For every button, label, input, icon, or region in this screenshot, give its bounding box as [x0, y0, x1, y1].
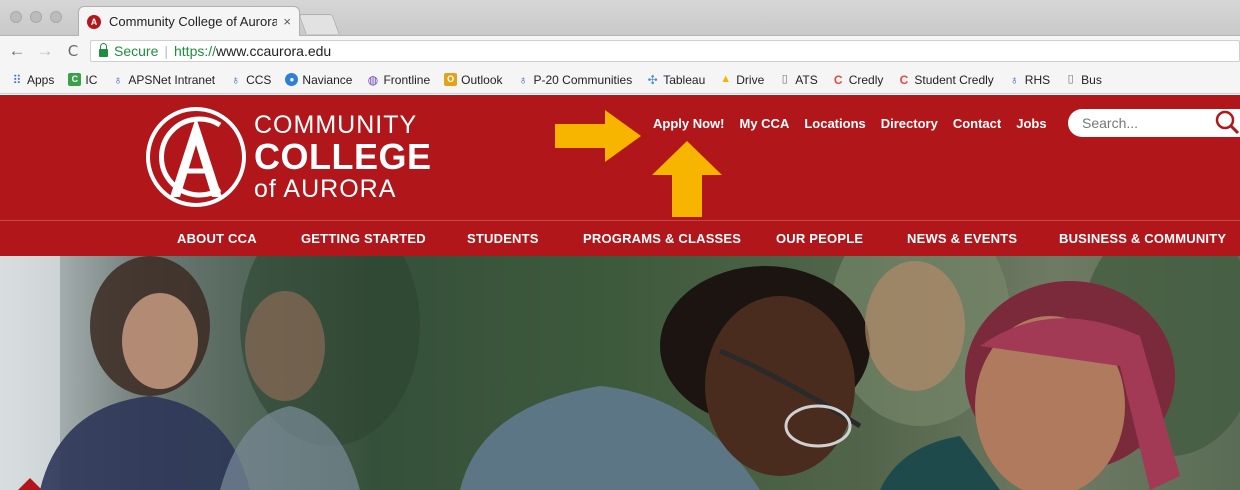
outlook-icon: O: [444, 73, 458, 86]
main-nav: ABOUT CCA GETTING STARTED STUDENTS PROGR…: [0, 220, 1240, 256]
bookmark-bus[interactable]: ▯ Bus: [1064, 73, 1102, 87]
util-link-locations[interactable]: Locations: [804, 116, 865, 131]
util-link-my-cca[interactable]: My CCA: [740, 116, 790, 131]
apps-grid-icon: ⠿: [12, 72, 22, 87]
nav-students[interactable]: STUDENTS: [467, 231, 539, 246]
logo-wordmark: COMMUNITY COLLEGE of AURORA: [254, 110, 432, 203]
bookmark-label: Naviance: [302, 72, 353, 87]
search-icon[interactable]: [1214, 110, 1240, 136]
page-icon: ▯: [1067, 73, 1074, 85]
window-close-dot[interactable]: [10, 11, 22, 23]
address-separator: |: [164, 43, 168, 59]
credly-icon: C: [833, 72, 843, 87]
bookmark-tableau[interactable]: ✣ Tableau: [646, 72, 706, 87]
aps-icon: ♁: [231, 72, 241, 87]
aps-icon: ♁: [113, 72, 123, 87]
url-scheme: https://: [174, 43, 217, 59]
nav-getting-started[interactable]: GETTING STARTED: [301, 231, 426, 246]
nav-news-events[interactable]: NEWS & EVENTS: [907, 231, 1017, 246]
cca-logo-mark-icon: [146, 107, 246, 207]
lock-icon: [99, 43, 108, 57]
tab-title: Community College of Aurora: [109, 14, 278, 29]
bookmark-label: Student Credly: [914, 72, 994, 87]
url-host: www.ccaurora.edu: [216, 43, 332, 59]
ic-icon: C: [68, 73, 82, 86]
nav-business-community[interactable]: BUSINESS & COMMUNITY: [1059, 231, 1226, 246]
bookmark-label: Bus: [1081, 72, 1102, 87]
bookmark-apsnet-intranet[interactable]: ♁ APSNet Intranet: [111, 73, 215, 87]
forward-icon[interactable]: →: [34, 41, 56, 61]
bookmark-naviance[interactable]: ● Naviance: [285, 73, 352, 87]
bookmark-p-20-communities[interactable]: ♁ P-20 Communities: [517, 73, 633, 87]
bookmark-frontline[interactable]: ◍ Frontline: [366, 73, 430, 87]
reload-icon[interactable]: C: [62, 42, 84, 60]
bookmark-label: Frontline: [383, 72, 431, 87]
bookmark-drive[interactable]: ▲ Drive: [719, 73, 764, 87]
browser-toolbar: ← → C Secure | https:// www.ccaurora.edu: [0, 36, 1240, 66]
bookmark-label: CCS: [246, 72, 272, 87]
arrow-up-annotation-icon: [652, 141, 722, 217]
credly-icon: C: [899, 72, 909, 87]
bookmark-label: Credly: [848, 72, 884, 87]
util-link-jobs[interactable]: Jobs: [1016, 116, 1046, 131]
window-zoom-dot[interactable]: [50, 11, 62, 23]
drive-icon: ▲: [720, 73, 732, 85]
aps-icon: ♁: [518, 72, 528, 87]
bookmark-apps[interactable]: ⠿ Apps: [10, 72, 55, 87]
browser-tab-active[interactable]: A Community College of Aurora ×: [78, 6, 300, 36]
nav-about-cca[interactable]: ABOUT CCA: [177, 231, 257, 246]
tableau-icon: ✣: [647, 72, 658, 87]
bookmark-label: Apps: [27, 72, 55, 87]
util-link-contact[interactable]: Contact: [953, 116, 1001, 131]
logo-line-college: COLLEGE: [254, 135, 432, 177]
naviance-icon: ●: [285, 73, 299, 86]
bookmark-ats[interactable]: ▯ ATS: [778, 72, 818, 87]
bookmark-ccs[interactable]: ♁ CCS: [229, 73, 271, 87]
address-bar[interactable]: Secure | https:// www.ccaurora.edu: [90, 40, 1240, 62]
utility-nav: Apply Now! My CCA Locations Directory Co…: [653, 116, 1062, 131]
bookmark-label: P-20 Communities: [533, 72, 633, 87]
bookmark-label: Drive: [736, 72, 765, 87]
bookmarks-bar: ⠿ Apps C IC ♁ APSNet Intranet ♁ CCS ● Naviance ◍ Fr…: [0, 66, 1240, 94]
cca-favicon-icon: A: [87, 14, 101, 29]
bookmark-label: APSNet Intranet: [128, 72, 216, 87]
secure-label: Secure: [114, 43, 159, 59]
nav-our-people[interactable]: OUR PEOPLE: [776, 231, 863, 246]
browser-tab-strip: A Community College of Aurora ×: [0, 0, 1240, 36]
back-icon[interactable]: ←: [6, 41, 28, 61]
util-link-apply-now[interactable]: Apply Now!: [653, 116, 725, 131]
arrow-right-annotation-icon: [555, 110, 641, 162]
bookmark-label: Tableau: [663, 72, 706, 87]
cca-logo[interactable]: COMMUNITY COLLEGE of AURORA: [146, 107, 432, 207]
page-icon: ▯: [781, 73, 788, 85]
tab-close-icon[interactable]: ×: [283, 14, 291, 29]
site-header: COMMUNITY COLLEGE of AURORA Apply Now! M…: [0, 95, 1240, 220]
bookmark-label: ATS: [795, 72, 818, 87]
window-minimize-dot[interactable]: [30, 11, 42, 23]
bookmark-label: Outlook: [461, 72, 503, 87]
hero-photo: [0, 256, 1240, 490]
bookmark-rhs[interactable]: ♁ RHS: [1008, 73, 1050, 87]
util-link-directory[interactable]: Directory: [881, 116, 938, 131]
frontline-icon: ◍: [367, 72, 379, 87]
logo-line-aurora: of AURORA: [254, 174, 397, 203]
bookmark-ic[interactable]: C IC: [68, 73, 97, 87]
aps-icon: ♁: [1009, 72, 1019, 87]
bookmark-student-credly[interactable]: C Student Credly: [897, 72, 994, 87]
bookmark-label: IC: [85, 72, 98, 87]
hero-students-illustration: [0, 256, 1240, 490]
bookmark-credly[interactable]: C Credly: [832, 73, 884, 87]
bookmark-outlook[interactable]: O Outlook: [444, 72, 503, 87]
new-tab-button[interactable]: [298, 14, 340, 34]
logo-line-community: COMMUNITY: [254, 110, 418, 139]
nav-programs-classes[interactable]: PROGRAMS & CLASSES: [583, 231, 741, 246]
bookmark-label: RHS: [1024, 72, 1051, 87]
search-input[interactable]: [1082, 115, 1202, 131]
search-box: [1068, 109, 1240, 137]
